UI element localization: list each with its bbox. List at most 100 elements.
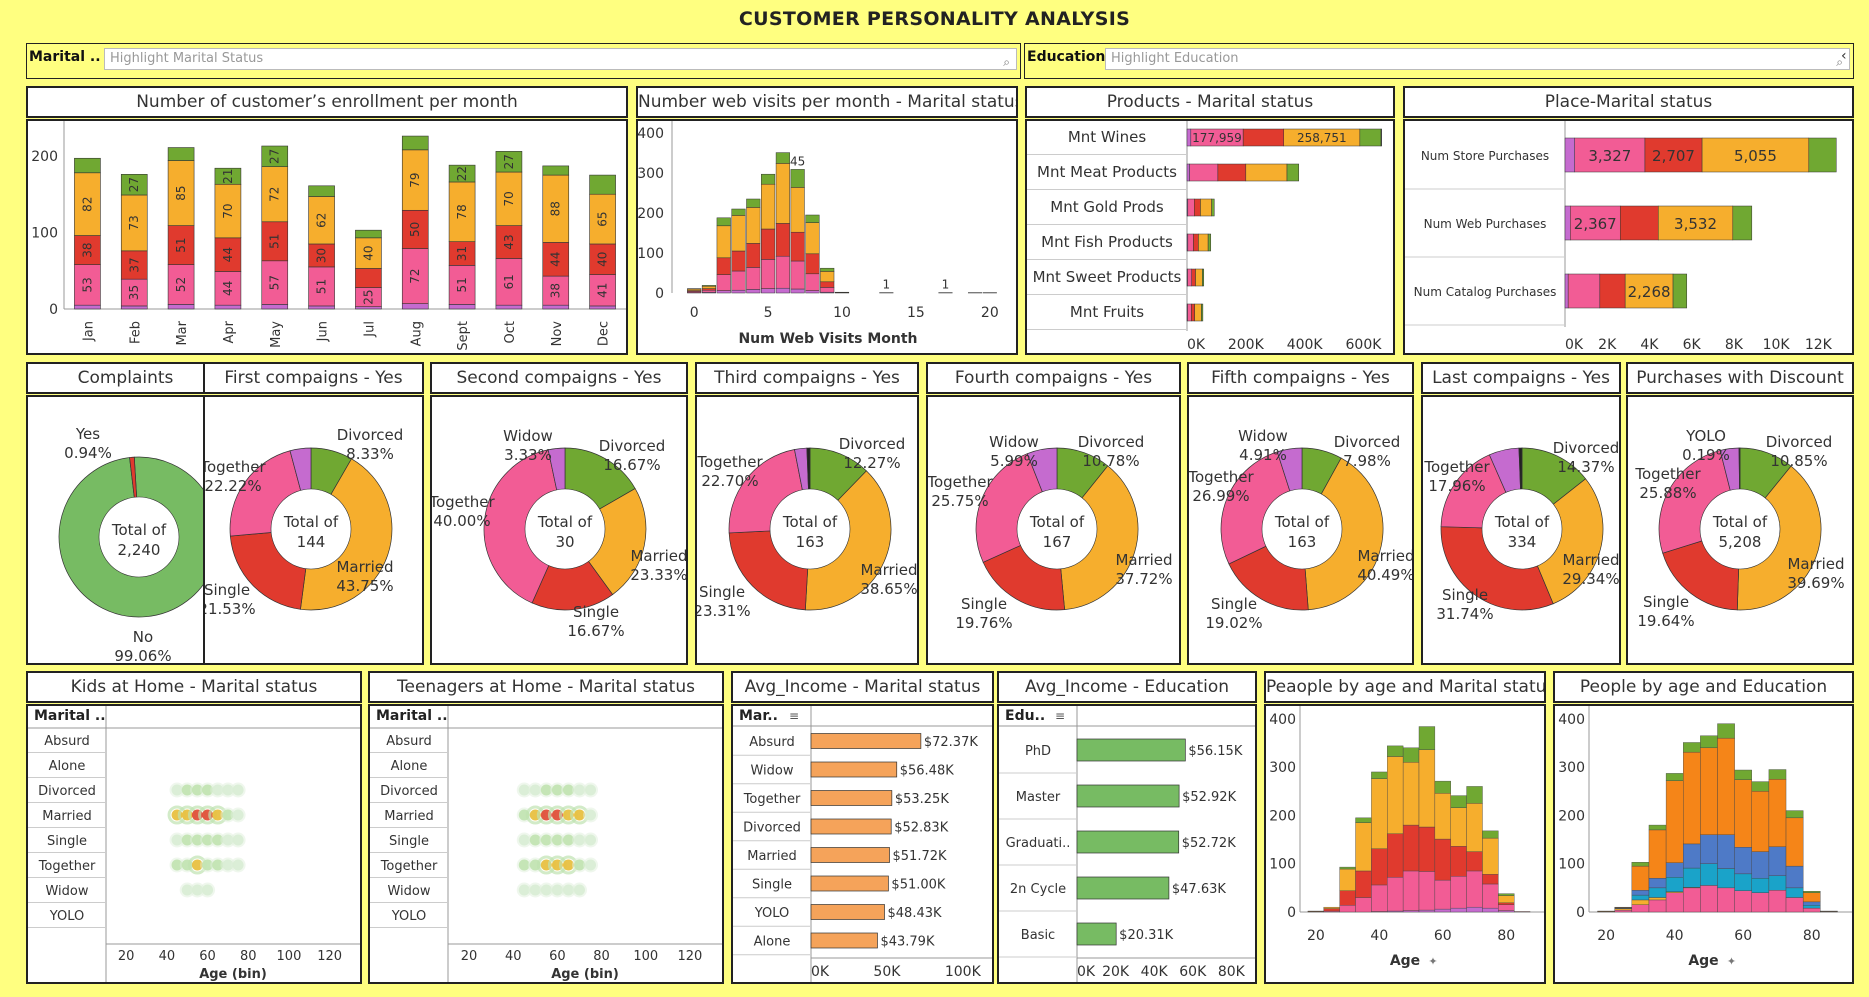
bar-together[interactable]	[820, 287, 835, 293]
bar-divorced[interactable]	[1207, 233, 1212, 252]
bar-widow[interactable]	[167, 304, 195, 310]
bar-divorced[interactable]	[542, 165, 570, 176]
bar-2n-cycle[interactable]	[1717, 887, 1735, 913]
bar-widow[interactable]	[1186, 163, 1190, 182]
bar-widow[interactable]	[1564, 205, 1571, 241]
bar-divorced[interactable]	[1355, 817, 1372, 823]
bar-master[interactable]	[1802, 905, 1821, 909]
bar-single[interactable]	[1599, 273, 1626, 309]
bar-widow[interactable]	[1434, 908, 1451, 913]
bar-divorced[interactable]	[805, 214, 820, 223]
bar-single[interactable]	[1355, 870, 1372, 898]
bar-master[interactable]	[1734, 873, 1752, 891]
bar-married[interactable]	[761, 183, 776, 230]
bar-widow[interactable]	[775, 287, 790, 294]
bar-divorced[interactable]	[1498, 893, 1515, 896]
bar-single[interactable]	[761, 228, 776, 260]
bar-master[interactable]	[1717, 868, 1735, 889]
bar-phd[interactable]	[1683, 843, 1701, 869]
bar-master[interactable]	[1751, 877, 1770, 893]
bar-2n-cycle[interactable]	[1768, 890, 1787, 913]
bar-widow[interactable]	[401, 303, 429, 310]
bar-divorced[interactable]	[1732, 205, 1753, 241]
bar-other[interactable]	[1631, 862, 1650, 867]
bar-divorced[interactable]	[790, 169, 805, 188]
bar-widow[interactable]	[716, 290, 731, 294]
bar-divorced[interactable]	[74, 157, 101, 174]
bar-together[interactable]	[1450, 876, 1467, 909]
bar-master[interactable]	[1785, 887, 1804, 898]
bar-married[interactable]	[1466, 803, 1483, 852]
bar-widow[interactable]	[589, 305, 616, 310]
bar-widow[interactable]	[805, 290, 820, 294]
bar-divorced[interactable]	[1387, 745, 1404, 757]
bar-widow[interactable]	[74, 304, 101, 310]
bar-divorced[interactable]	[1211, 198, 1215, 217]
bar-single[interactable]	[820, 281, 835, 288]
bar-2n-cycle[interactable]	[1734, 890, 1752, 913]
bar-graduation[interactable]	[1700, 747, 1718, 835]
pin-icon[interactable]: ✦	[1727, 955, 1736, 968]
bar-master[interactable]	[1631, 894, 1650, 901]
bar-master[interactable]	[1700, 863, 1718, 886]
bar-widow[interactable]	[1402, 910, 1420, 913]
bar-widow[interactable]	[1418, 909, 1436, 913]
bar-2n-cycle[interactable]	[1785, 897, 1804, 913]
bar-divorced[interactable]	[308, 185, 335, 197]
income-bar[interactable]	[810, 761, 898, 778]
bar-other[interactable]	[1768, 769, 1787, 780]
bar-phd[interactable]	[1717, 834, 1735, 869]
bar-divorced[interactable]	[1202, 268, 1205, 287]
bar-graduation[interactable]	[1665, 780, 1684, 863]
bar-2n-cycle[interactable]	[1751, 892, 1770, 913]
bar-divorced[interactable]	[1286, 163, 1300, 182]
bar-other[interactable]	[1717, 723, 1735, 739]
income-bar[interactable]	[810, 904, 885, 920]
bar-married[interactable]	[805, 222, 820, 255]
bar-2n-cycle[interactable]	[1700, 885, 1718, 913]
bar-2n-cycle[interactable]	[1631, 904, 1650, 913]
bar-other[interactable]	[1665, 773, 1684, 781]
bar-widow[interactable]	[761, 288, 776, 294]
bar-graduation[interactable]	[1631, 865, 1650, 891]
bar-graduation[interactable]	[1751, 791, 1770, 852]
bar-graduation[interactable]	[1802, 892, 1821, 903]
bar-married[interactable]	[731, 215, 746, 252]
bar-together[interactable]	[1387, 877, 1404, 912]
bar-single[interactable]	[746, 243, 761, 268]
bar-graduation[interactable]	[1717, 737, 1735, 835]
income-bar[interactable]	[810, 818, 892, 835]
bar-divorced[interactable]	[1450, 795, 1467, 808]
bar-married[interactable]	[1194, 303, 1202, 322]
bar-phd[interactable]	[1734, 847, 1752, 875]
bar-other[interactable]	[1700, 735, 1718, 749]
bar-together[interactable]	[716, 274, 731, 291]
bar-divorced[interactable]	[167, 147, 195, 161]
bar-married[interactable]	[820, 271, 835, 283]
bar-basic[interactable]	[1614, 908, 1633, 911]
bar-single[interactable]	[1191, 268, 1196, 287]
bar-single[interactable]	[1194, 198, 1201, 217]
bar-together[interactable]	[1567, 273, 1601, 309]
bar-basic[interactable]	[1648, 897, 1667, 901]
bar-single[interactable]	[1323, 908, 1340, 912]
bar-together[interactable]	[1371, 884, 1388, 912]
bar-divorced[interactable]	[1359, 128, 1382, 147]
income-bar[interactable]	[810, 847, 890, 863]
bar-phd[interactable]	[1751, 851, 1770, 879]
bar-single[interactable]	[1466, 851, 1483, 872]
income-bar[interactable]	[810, 790, 893, 806]
bar-married[interactable]	[716, 225, 731, 259]
bar-widow[interactable]	[495, 304, 523, 310]
bar-married[interactable]	[746, 207, 761, 244]
bar-single[interactable]	[1498, 902, 1515, 905]
bar-basic[interactable]	[1631, 899, 1650, 905]
bar-divorced[interactable]	[1371, 771, 1388, 779]
bar-divorced[interactable]	[1434, 780, 1451, 794]
bar-married[interactable]	[1418, 749, 1436, 828]
bar-together[interactable]	[761, 259, 776, 289]
bar-single[interactable]	[1371, 848, 1388, 886]
bar-divorced[interactable]	[775, 152, 790, 164]
bar-together[interactable]	[701, 289, 717, 293]
bar-other[interactable]	[1751, 781, 1770, 792]
